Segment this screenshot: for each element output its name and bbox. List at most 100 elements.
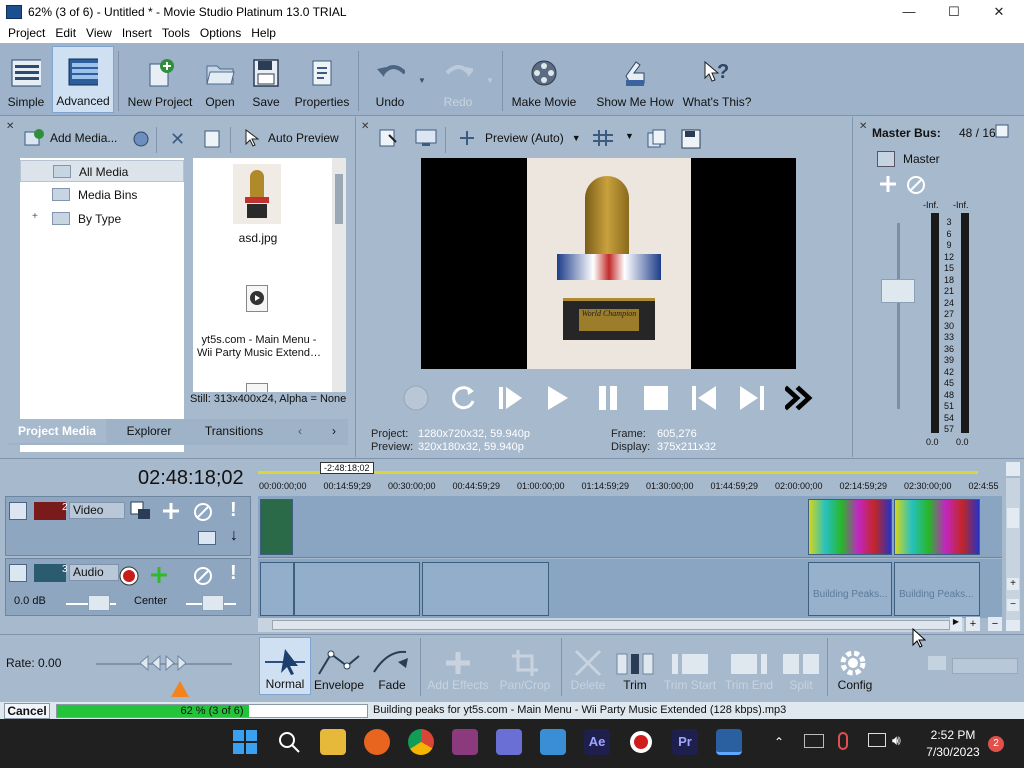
obs-record-icon[interactable]: [628, 729, 654, 755]
notification-badge[interactable]: 2: [988, 736, 1004, 752]
video-clip-color-bars[interactable]: [808, 499, 892, 555]
loop-toggle-icon[interactable]: [401, 383, 431, 416]
preview-quality-dropdown[interactable]: Preview (Auto) ▼: [457, 129, 581, 147]
play-from-start-icon[interactable]: [495, 383, 525, 416]
audio-track-name[interactable]: Audio: [69, 564, 119, 581]
start-icon[interactable]: [232, 729, 258, 755]
make-movie-button[interactable]: Make Movie: [508, 46, 580, 113]
cancel-button[interactable]: Cancel: [4, 703, 50, 719]
close-panel-icon[interactable]: ✕: [361, 121, 369, 132]
marker-icon[interactable]: [1006, 462, 1020, 476]
audio-file-icon[interactable]: [246, 285, 268, 312]
trim-button[interactable]: Trim: [612, 637, 658, 695]
video-track-lane[interactable]: [258, 496, 1002, 558]
close-button[interactable]: ✕: [976, 0, 1022, 23]
master-fx-icon[interactable]: [877, 151, 895, 167]
go-to-end-icon[interactable]: [737, 383, 767, 416]
video-clip-color-bars[interactable]: [894, 499, 980, 555]
add-effects-button[interactable]: Add Effects: [426, 637, 490, 695]
pan-slider-handle[interactable]: [202, 595, 224, 611]
tab-explorer[interactable]: Explorer: [112, 419, 186, 443]
tab-transitions[interactable]: Transitions: [192, 419, 276, 443]
video-clip[interactable]: [260, 499, 293, 555]
alpha-channel-icon[interactable]: [198, 531, 216, 545]
redo-dropdown-icon[interactable]: ▼: [486, 76, 494, 85]
microphone-icon[interactable]: [838, 732, 848, 750]
whats-this-button[interactable]: ? What's This?: [682, 46, 752, 113]
track-minimize-icon[interactable]: [9, 564, 27, 582]
auto-preview-button[interactable]: Auto Preview: [244, 129, 339, 147]
pause-icon[interactable]: [593, 383, 623, 416]
audio-clip[interactable]: [294, 562, 420, 616]
motion-blur-icon[interactable]: ↓: [230, 527, 238, 545]
audio-clip-building-peaks[interactable]: Building Peaks...: [808, 562, 892, 616]
timeline-zoom-icon[interactable]: [928, 656, 946, 670]
add-media-button[interactable]: Add Media...: [24, 129, 117, 147]
tab-scroll-left[interactable]: ‹: [290, 419, 310, 443]
web-media-icon[interactable]: [132, 130, 150, 151]
fast-forward-icon[interactable]: [783, 383, 817, 416]
track-minimize-icon[interactable]: [9, 502, 27, 520]
zoom-out-track-icon[interactable]: −: [1007, 599, 1019, 611]
copy-snapshot-icon[interactable]: [647, 129, 667, 152]
track-solo-icon[interactable]: !: [230, 562, 237, 585]
chrome-icon[interactable]: [408, 729, 434, 755]
advanced-button[interactable]: Advanced: [52, 46, 114, 113]
app-icon[interactable]: [496, 729, 522, 755]
fade-tool[interactable]: Fade: [368, 637, 416, 695]
open-button[interactable]: Open: [200, 46, 240, 113]
video-track-header[interactable]: 2 Video ! ↓: [5, 496, 251, 556]
winrar-icon[interactable]: [452, 729, 478, 755]
tab-scroll-right[interactable]: ›: [324, 419, 344, 443]
tab-project-media[interactable]: Project Media: [8, 419, 106, 443]
new-project-button[interactable]: New Project: [124, 46, 196, 113]
notepad-icon[interactable]: [540, 729, 566, 755]
play-icon[interactable]: [543, 383, 573, 416]
minimize-button[interactable]: —: [886, 0, 932, 23]
media-thumbnail[interactable]: [233, 164, 281, 224]
media-properties-icon[interactable]: [204, 130, 220, 151]
scroll-right-icon[interactable]: ▶: [950, 617, 962, 631]
menu-edit[interactable]: Edit: [50, 26, 81, 40]
clock-time[interactable]: 2:52 PM: [926, 728, 980, 742]
redo-button[interactable]: Redo: [436, 46, 480, 113]
remove-media-icon[interactable]: ✕: [170, 129, 185, 150]
trim-end-button[interactable]: Trim End: [722, 637, 776, 695]
tree-item-by-type[interactable]: + By Type: [20, 208, 184, 230]
firefox-icon[interactable]: [364, 729, 390, 755]
chevron-up-icon[interactable]: ⌃: [774, 735, 784, 749]
undo-dropdown-icon[interactable]: ▼: [418, 76, 426, 85]
network-icon[interactable]: [868, 733, 886, 747]
scrollbar-thumb[interactable]: [335, 174, 343, 224]
video-track-name[interactable]: Video: [69, 502, 125, 519]
go-to-start-icon[interactable]: [689, 383, 719, 416]
audio-clip-building-peaks[interactable]: Building Peaks...: [894, 562, 980, 616]
mixer-options-icon[interactable]: [995, 124, 1009, 141]
rate-slider-handle[interactable]: [139, 654, 187, 672]
normal-edit-tool[interactable]: Normal: [259, 637, 311, 695]
external-monitor-icon[interactable]: [415, 129, 437, 150]
split-button[interactable]: Split: [780, 637, 822, 695]
mute-icon[interactable]: [905, 174, 927, 199]
volume-slider-handle[interactable]: [88, 595, 110, 611]
loop-playback-icon[interactable]: [449, 383, 479, 416]
audio-clip[interactable]: [422, 562, 549, 616]
undo-button[interactable]: Undo: [368, 46, 412, 113]
movie-studio-taskbar-icon[interactable]: [716, 729, 742, 755]
zoom-in-track-icon[interactable]: +: [1007, 578, 1019, 590]
media-scrollbar[interactable]: [332, 158, 346, 392]
file-explorer-icon[interactable]: [320, 729, 346, 755]
menu-tools[interactable]: Tools: [157, 26, 195, 40]
track-mute-icon[interactable]: [192, 565, 214, 590]
stop-icon[interactable]: [641, 383, 671, 416]
config-button[interactable]: Config: [832, 637, 878, 695]
timeline-vertical-scrollbar[interactable]: + −: [1006, 478, 1020, 620]
menu-project[interactable]: Project: [3, 26, 50, 40]
save-snapshot-icon[interactable]: [681, 129, 701, 152]
arm-record-icon[interactable]: [118, 565, 140, 590]
menu-view[interactable]: View: [81, 26, 117, 40]
trim-start-button[interactable]: Trim Start: [662, 637, 718, 695]
cloud-icon[interactable]: [804, 734, 824, 748]
media-file-name[interactable]: yt5s.com - Main Menu - Wii Party Music E…: [195, 334, 323, 360]
tree-item-media-bins[interactable]: Media Bins: [20, 184, 184, 206]
